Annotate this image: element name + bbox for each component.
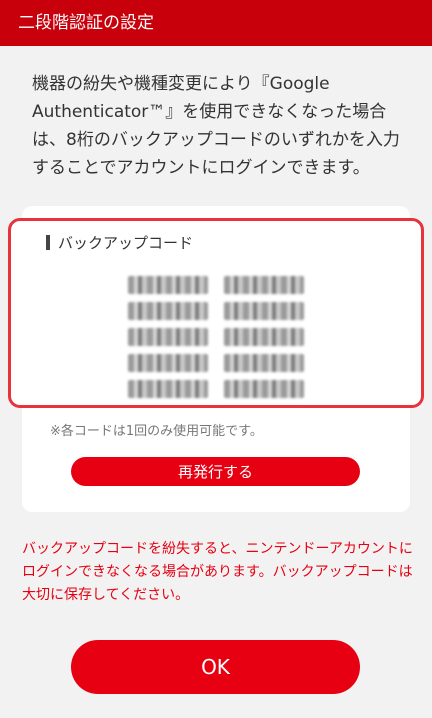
backup-code bbox=[224, 302, 304, 320]
backup-code bbox=[128, 380, 208, 398]
backup-codes-grid bbox=[128, 276, 318, 398]
reissue-button[interactable]: 再発行する bbox=[71, 457, 360, 486]
heading-bar-icon bbox=[46, 235, 50, 250]
backup-codes-title: バックアップコード bbox=[58, 234, 194, 252]
usage-note: ※各コードは1回のみ使用可能です。 bbox=[50, 424, 263, 439]
backup-code bbox=[128, 276, 208, 294]
intro-text: 機器の紛失や機種変更により『Google Authenticator™』を使用で… bbox=[32, 74, 400, 178]
backup-code bbox=[224, 354, 304, 372]
backup-code bbox=[128, 328, 208, 346]
backup-code bbox=[224, 276, 304, 294]
warning-text: バックアップコードを紛失すると、ニンテンドーアカウントにログインできなくなる場合… bbox=[22, 541, 413, 603]
backup-code bbox=[224, 328, 304, 346]
ok-button[interactable]: OK bbox=[71, 640, 360, 694]
backup-code bbox=[224, 380, 304, 398]
backup-code bbox=[128, 302, 208, 320]
page-title: 二段階認証の設定 bbox=[18, 13, 154, 33]
header-bar: 二段階認証の設定 bbox=[0, 0, 432, 46]
backup-code bbox=[128, 354, 208, 372]
backup-codes-heading: バックアップコード bbox=[46, 232, 193, 253]
